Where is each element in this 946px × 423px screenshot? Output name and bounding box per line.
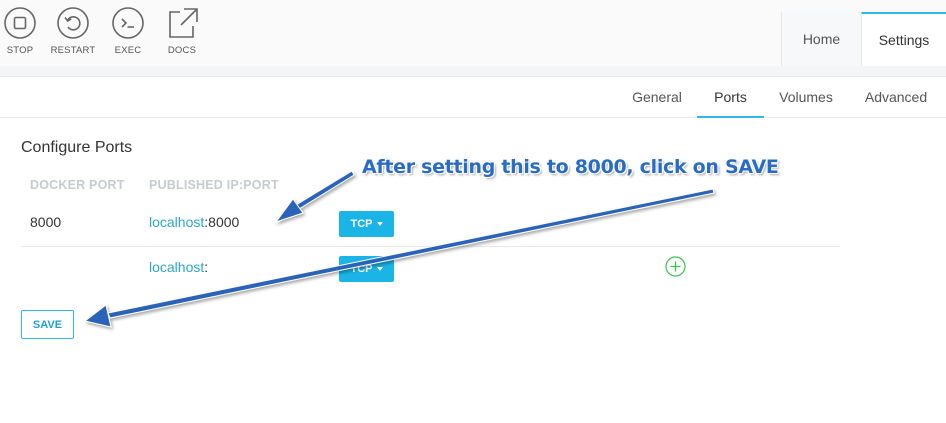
stop-button[interactable]: STOP — [0, 6, 45, 62]
subtab-advanced[interactable]: Advanced — [856, 77, 936, 118]
save-button[interactable]: SAVE — [21, 310, 74, 339]
subtab-general[interactable]: General — [622, 77, 692, 118]
main-tabs: Home Settings — [781, 12, 946, 66]
row-divider — [21, 246, 840, 247]
subtab-ports[interactable]: Ports — [697, 77, 764, 118]
protocol-label: TCP — [350, 263, 373, 275]
column-header-docker-port: DOCKER PORT — [30, 178, 125, 192]
restart-icon — [57, 7, 89, 39]
stop-label: STOP — [6, 45, 34, 56]
host-link[interactable]: localhost — [149, 214, 204, 230]
exec-label: EXEC — [114, 45, 142, 56]
subtab-volumes[interactable]: Volumes — [770, 77, 842, 118]
caret-down-icon — [376, 222, 383, 226]
stop-icon — [4, 7, 36, 39]
terminal-icon — [112, 7, 144, 39]
docker-port-input[interactable]: 8000 — [30, 214, 61, 230]
settings-panel: General Ports Volumes Advanced Configure… — [0, 76, 946, 423]
docs-button[interactable]: DOCS — [157, 6, 207, 62]
protocol-label: TCP — [350, 218, 373, 230]
tab-home[interactable]: Home — [781, 12, 861, 66]
published-port-field[interactable]: localhost:8000 — [149, 214, 239, 230]
exec-button[interactable]: EXEC — [103, 6, 153, 62]
external-link-icon — [169, 8, 198, 38]
docs-label: DOCS — [167, 45, 197, 56]
plus-circle-icon[interactable] — [665, 256, 686, 277]
host-link[interactable]: localhost — [149, 259, 204, 275]
caret-down-icon — [376, 267, 383, 271]
section-title: Configure Ports — [21, 139, 133, 156]
restart-label: RESTART — [50, 45, 96, 56]
restart-button[interactable]: RESTART — [48, 6, 98, 62]
published-port-input[interactable]: 8000 — [208, 214, 239, 230]
protocol-dropdown-new[interactable]: TCP — [339, 256, 394, 282]
container-toolbar: STOP RESTART EXEC DOCS Home Settings — [0, 0, 946, 66]
tab-settings[interactable]: Settings — [861, 12, 946, 66]
published-port-field-new[interactable]: localhost: — [149, 259, 208, 275]
settings-subtabs: General Ports Volumes Advanced — [0, 77, 946, 118]
protocol-dropdown[interactable]: TCP — [339, 211, 394, 237]
column-header-published: PUBLISHED IP:PORT — [149, 178, 279, 192]
host-port-separator: : — [204, 259, 209, 275]
annotation-callout: After setting this to 8000, click on SAV… — [362, 156, 779, 178]
